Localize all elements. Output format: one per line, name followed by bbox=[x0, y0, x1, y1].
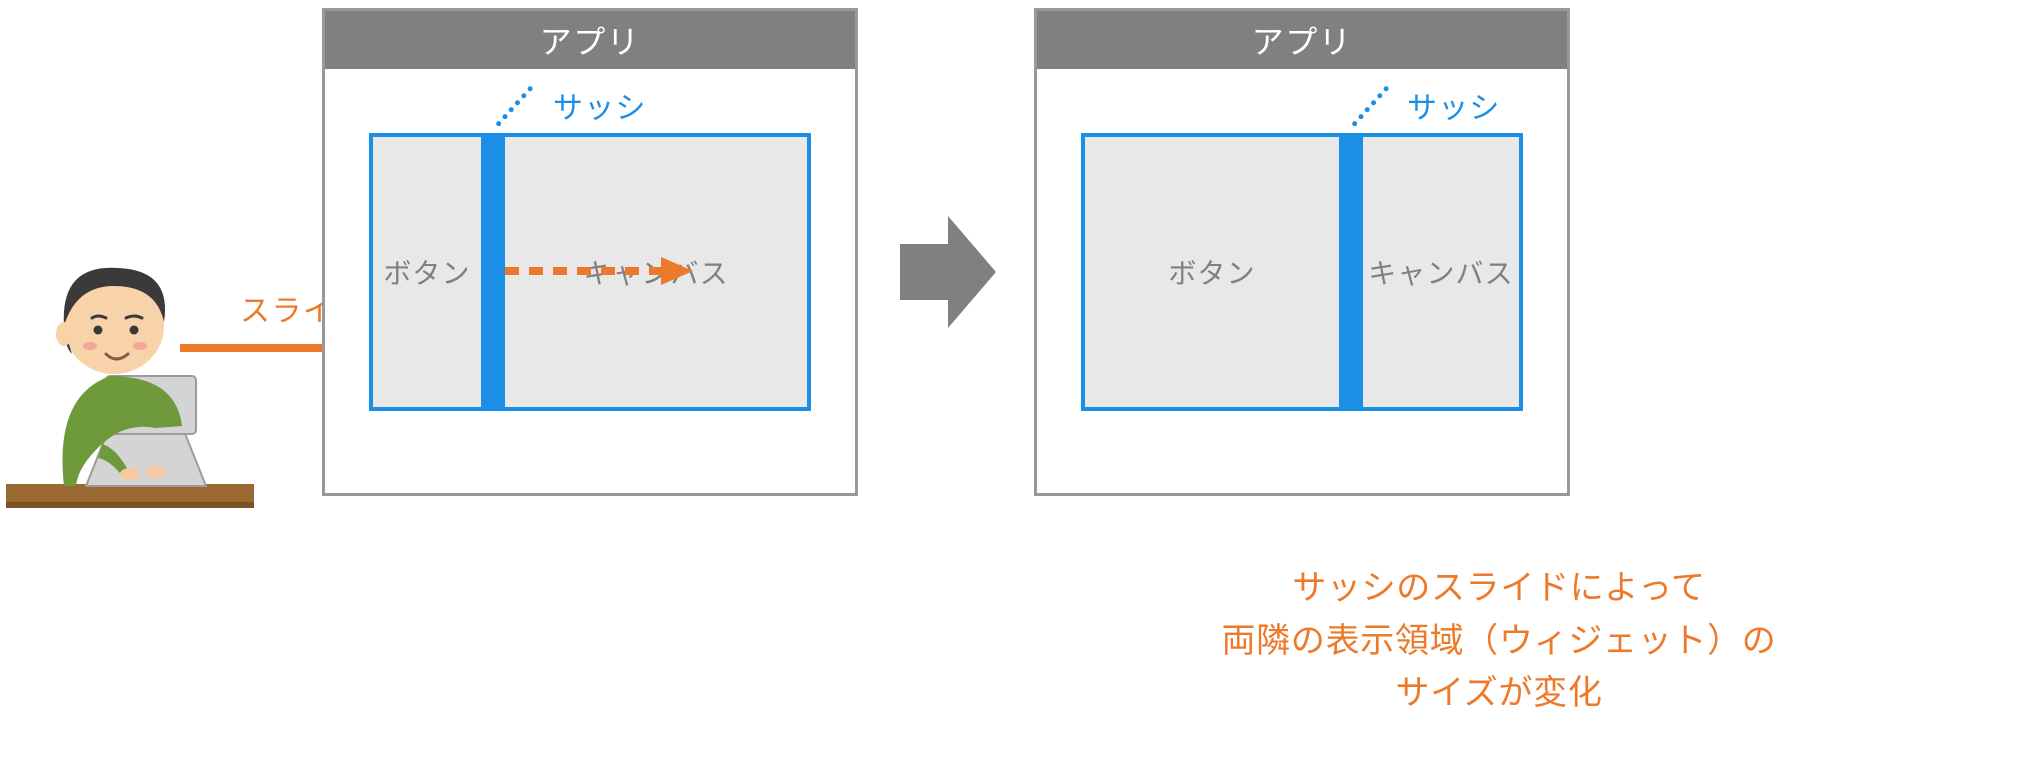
annotation-text: サッシのスライドによって 両隣の表示領域（ウィジェット）の サイズが変化 bbox=[1034, 562, 1964, 720]
slide-arrow-dashed-icon bbox=[505, 255, 695, 287]
sash-leader-before-icon bbox=[495, 85, 534, 127]
button-pane-after: ボタン bbox=[1085, 137, 1339, 407]
sash-label-before: サッシ bbox=[553, 83, 647, 127]
app-window-before: アプリ ボタン キャンバス サッシ bbox=[322, 8, 858, 496]
app-window-after: アプリ ボタン キャンバス サッシ bbox=[1034, 8, 1570, 496]
sash-label-after: サッシ bbox=[1407, 83, 1501, 127]
annotation-line1: サッシのスライドによって bbox=[1034, 562, 1964, 615]
sash-leader-after-icon bbox=[1351, 85, 1390, 127]
person-at-laptop-icon bbox=[6, 246, 254, 534]
annotation-line2: 両隣の表示領域（ウィジェット）の bbox=[1034, 615, 1964, 668]
sash-before[interactable] bbox=[481, 137, 505, 407]
button-pane-before: ボタン bbox=[373, 137, 481, 407]
app-title-before: アプリ bbox=[325, 11, 855, 69]
arrow-right-icon bbox=[900, 216, 996, 328]
app-title-after: アプリ bbox=[1037, 11, 1567, 69]
canvas-pane-after: キャンバス bbox=[1363, 137, 1519, 407]
annotation-line3: サイズが変化 bbox=[1034, 667, 1964, 720]
sash-after[interactable] bbox=[1339, 137, 1363, 407]
paned-after: ボタン キャンバス bbox=[1081, 133, 1523, 411]
